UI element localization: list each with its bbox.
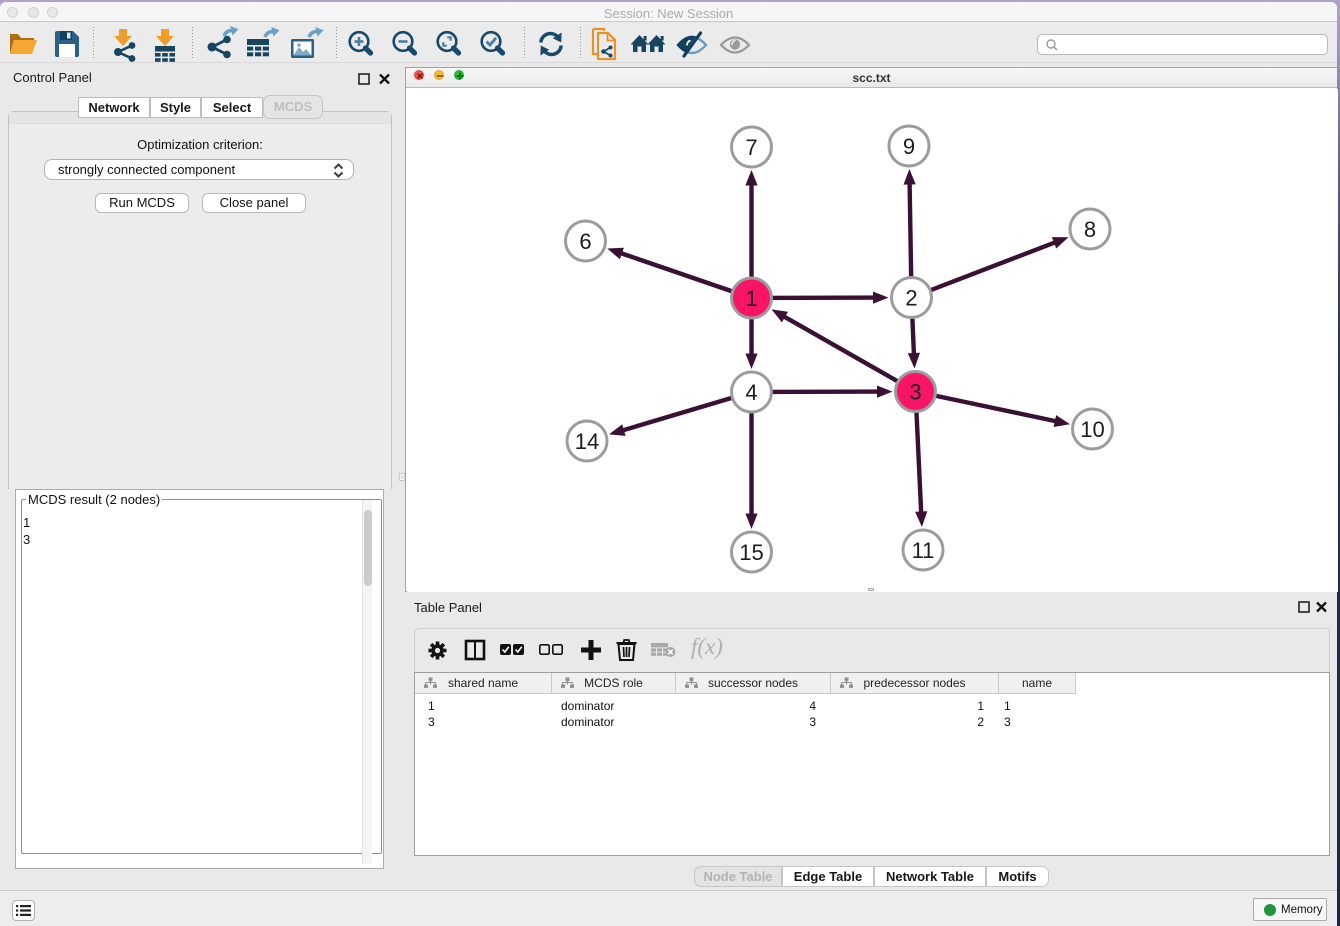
svg-text:10: 10 [1080, 417, 1104, 442]
svg-text:4: 4 [745, 380, 757, 405]
svg-text:9: 9 [903, 134, 915, 159]
svg-text:7: 7 [745, 135, 757, 160]
svg-text:8: 8 [1084, 217, 1096, 242]
svg-text:15: 15 [739, 540, 763, 565]
svg-text:2: 2 [905, 286, 917, 311]
svg-text:6: 6 [579, 229, 591, 254]
svg-text:1: 1 [745, 286, 757, 311]
svg-text:14: 14 [575, 429, 599, 454]
svg-text:11: 11 [912, 538, 935, 563]
svg-text:3: 3 [909, 380, 921, 405]
